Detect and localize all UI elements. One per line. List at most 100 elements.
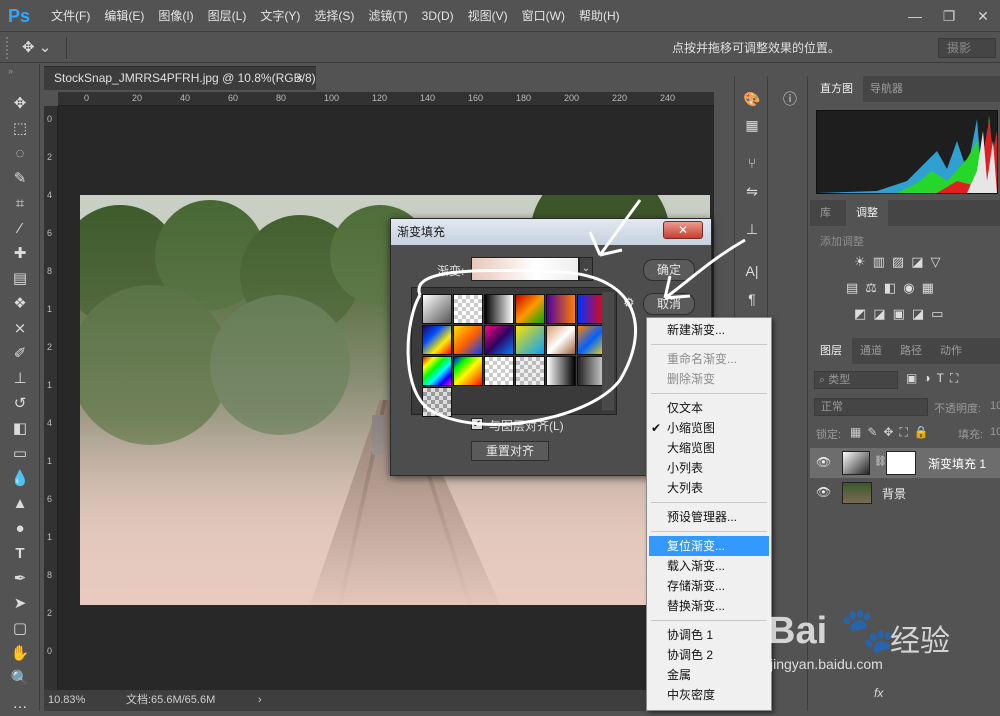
zoom-level[interactable]: 10.83% bbox=[48, 690, 85, 710]
pen-tool-icon[interactable]: ✒ bbox=[8, 567, 32, 591]
more-tools-icon[interactable]: … bbox=[8, 692, 32, 716]
gear-icon[interactable]: ⚙ bbox=[623, 295, 641, 313]
tab-adjustments[interactable]: 调整 bbox=[846, 200, 888, 226]
restore-button[interactable]: ❐ bbox=[932, 0, 966, 32]
menu-item[interactable]: 帮助(H) bbox=[572, 0, 627, 32]
menu-item[interactable]: 新建渐变... bbox=[647, 320, 771, 340]
hand-tool-icon[interactable]: ✋ bbox=[8, 642, 32, 666]
menu-item[interactable]: 滤镜(T) bbox=[361, 0, 414, 32]
document-tab[interactable]: StockSnap_JMRRS4PFRH.jpg @ 10.8%(RGB/8) … bbox=[44, 66, 316, 90]
crop-tool-icon[interactable]: ⌗ bbox=[8, 192, 32, 216]
gradient-swatch[interactable] bbox=[546, 294, 576, 324]
menu-item[interactable]: 图像(I) bbox=[151, 0, 200, 32]
shape-tool-icon[interactable]: ▢ bbox=[8, 617, 32, 641]
gradient-dropdown-icon[interactable]: ⌄ bbox=[579, 257, 593, 281]
lasso-tool-icon[interactable]: ◌ bbox=[8, 142, 32, 166]
menu-item[interactable]: 替换渐变... bbox=[647, 596, 771, 616]
tab-navigator[interactable]: 导航器 bbox=[860, 76, 913, 102]
gradient-swatch[interactable] bbox=[515, 325, 545, 355]
swatches-panel-icon[interactable]: ▦ bbox=[741, 114, 763, 136]
tab-histogram[interactable]: 直方图 bbox=[810, 76, 863, 102]
ok-button[interactable]: 确定 bbox=[643, 259, 695, 281]
layers-bottom-icons[interactable]: fx bbox=[874, 686, 1000, 700]
layer-filter-select[interactable]: ⌕ 类型 bbox=[814, 371, 898, 389]
status-menu-arrow[interactable]: › bbox=[258, 690, 262, 710]
move-tool-preset-icon[interactable]: ✥ ⌄ bbox=[22, 36, 56, 60]
eyedropper-icon[interactable]: ⁄ bbox=[8, 217, 32, 241]
gradient-swatch[interactable] bbox=[453, 325, 483, 355]
type-tool-icon[interactable]: T bbox=[8, 542, 32, 566]
character-panel-icon[interactable]: A| bbox=[741, 260, 763, 282]
menu-item[interactable]: 图层(L) bbox=[201, 0, 254, 32]
history-brush-icon[interactable]: ↺ bbox=[8, 392, 32, 416]
stamp-tool-icon[interactable]: ⊥ bbox=[8, 367, 32, 391]
content-aware-icon[interactable]: ❖ bbox=[8, 292, 32, 316]
menu-item[interactable]: 存储渐变... bbox=[647, 576, 771, 596]
dialog-close-button[interactable]: ✕ bbox=[663, 221, 703, 239]
minimize-button[interactable]: — bbox=[898, 0, 932, 32]
align-checkbox[interactable]: ✔ bbox=[471, 418, 483, 430]
workspace-select[interactable]: 摄影 bbox=[938, 38, 996, 58]
gradient-swatch[interactable] bbox=[422, 294, 452, 324]
menu-item[interactable]: 窗口(W) bbox=[515, 0, 572, 32]
menu-item[interactable]: 文件(F) bbox=[44, 0, 97, 32]
menu-item[interactable]: 协调色 1 bbox=[647, 625, 771, 645]
gradient-swatch[interactable] bbox=[484, 325, 514, 355]
adjustment-icons-row2[interactable]: ▤⚖◧◉▦ bbox=[846, 280, 996, 296]
menu-item[interactable]: 金属 bbox=[647, 665, 771, 685]
red-eye-icon[interactable]: ⨯ bbox=[8, 317, 32, 341]
menu-item[interactable]: 预设管理器... bbox=[647, 507, 771, 527]
gradient-swatch[interactable] bbox=[484, 294, 514, 324]
menu-item[interactable]: 文字(Y) bbox=[253, 0, 307, 32]
menu-item[interactable]: 复位渐变... bbox=[649, 536, 769, 556]
menu-item[interactable]: 大缩览图 bbox=[647, 438, 771, 458]
paragraph-panel-icon[interactable]: ¶ bbox=[741, 288, 763, 310]
lock-icons[interactable]: ▦✎✥⛶🔒 bbox=[850, 425, 935, 440]
layer-filter-icons[interactable]: ▣◑T⛶ bbox=[906, 371, 1000, 386]
gradient-swatch[interactable] bbox=[546, 356, 576, 386]
visibility-eye-icon[interactable]: 👁 bbox=[816, 455, 831, 469]
adjustment-icons-row1[interactable]: ☀▥▨◪▽ bbox=[854, 254, 994, 270]
marquee-tool-icon[interactable]: ⬚ bbox=[8, 117, 32, 141]
gradient-swatch[interactable] bbox=[546, 325, 576, 355]
color-panel-icon[interactable]: 🎨 bbox=[741, 88, 763, 110]
close-button[interactable]: ✕ bbox=[966, 0, 1000, 32]
zoom-tool-icon[interactable]: 🔍 bbox=[8, 667, 32, 691]
cancel-button[interactable]: 取消 bbox=[643, 293, 695, 315]
quick-select-icon[interactable]: ✎ bbox=[8, 167, 32, 191]
gradient-swatch[interactable] bbox=[422, 356, 452, 386]
path-select-icon[interactable]: ➤ bbox=[8, 592, 32, 616]
gradient-swatch[interactable] bbox=[515, 356, 545, 386]
opacity-value[interactable]: 10 bbox=[990, 400, 1000, 412]
layer-row-background[interactable]: 👁 背景 bbox=[810, 479, 1000, 507]
eraser-tool-icon[interactable]: ◧ bbox=[8, 417, 32, 441]
tab-channels[interactable]: 通道 bbox=[850, 338, 892, 364]
tab-library[interactable]: 库 bbox=[810, 200, 841, 226]
picker-scrollbar[interactable] bbox=[602, 292, 614, 410]
patch-tool-icon[interactable]: ▤ bbox=[8, 267, 32, 291]
gradient-swatch[interactable] bbox=[515, 294, 545, 324]
healing-brush-icon[interactable]: ✚ bbox=[8, 242, 32, 266]
menu-item[interactable]: 载入渐变... bbox=[647, 556, 771, 576]
dodge-tool-icon[interactable]: ▲ bbox=[8, 492, 32, 516]
gradient-preview[interactable] bbox=[471, 257, 579, 281]
gradient-swatch[interactable] bbox=[484, 356, 514, 386]
menu-item[interactable]: 中灰密度 bbox=[647, 685, 771, 705]
tab-layers[interactable]: 图层 bbox=[810, 338, 852, 364]
visibility-eye-icon[interactable]: 👁 bbox=[816, 485, 831, 499]
menu-item[interactable]: 3D(D) bbox=[415, 0, 461, 32]
adjustment-icons-row3[interactable]: ◩◪▣◪▭ bbox=[854, 306, 994, 322]
move-tool-icon[interactable]: ✥ bbox=[8, 92, 32, 116]
fill-value[interactable]: 10 bbox=[990, 426, 1000, 438]
blend-mode-select[interactable]: 正常 bbox=[814, 398, 928, 416]
menu-item[interactable]: 小缩览图 ✔ bbox=[647, 418, 771, 438]
menu-item[interactable]: 协调色 2 bbox=[647, 645, 771, 665]
gradient-tool-icon[interactable]: ▭ bbox=[8, 442, 32, 466]
tab-paths[interactable]: 路径 bbox=[890, 338, 932, 364]
menu-item[interactable]: 选择(S) bbox=[307, 0, 361, 32]
brush-panel-icon[interactable]: ⑂ bbox=[741, 152, 763, 174]
burn-tool-icon[interactable]: ● bbox=[8, 517, 32, 541]
close-tab-icon[interactable]: × bbox=[296, 67, 303, 89]
gradient-swatch[interactable] bbox=[453, 294, 483, 324]
brush-tool-icon[interactable]: ✐ bbox=[8, 342, 32, 366]
